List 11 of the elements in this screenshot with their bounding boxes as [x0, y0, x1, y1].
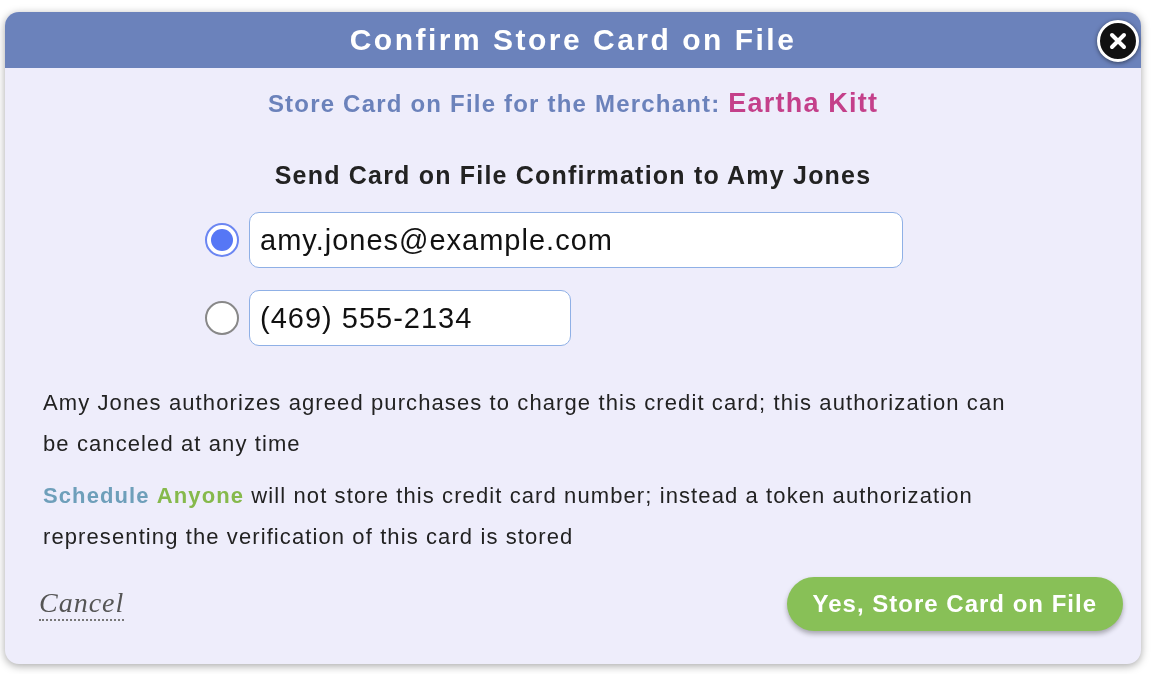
confirmation-heading: Send Card on File Confirmation to Amy Jones [273, 161, 873, 190]
phone-field[interactable]: (469) 555-2134 [249, 290, 571, 346]
token-notice: Schedule Anyone will not store this credit card number; instead a token authorization representing the verification of this card is stored [43, 482, 974, 551]
close-icon [1108, 31, 1128, 51]
cancel-link[interactable]: Cancel [39, 587, 125, 621]
radio-button[interactable] [205, 301, 239, 335]
dialog-title: Confirm Store Card on File [349, 23, 797, 57]
authorization-text: Amy Jones authorizes agreed purchases to charge this credit card; this authorization can be canceled at any time [43, 389, 1007, 458]
merchant-line: Store Card on File for the Merchant: Eartha Kitt [266, 88, 880, 119]
radio-button[interactable] [205, 223, 239, 257]
email-field[interactable]: amy.jones@example.com [249, 212, 903, 268]
